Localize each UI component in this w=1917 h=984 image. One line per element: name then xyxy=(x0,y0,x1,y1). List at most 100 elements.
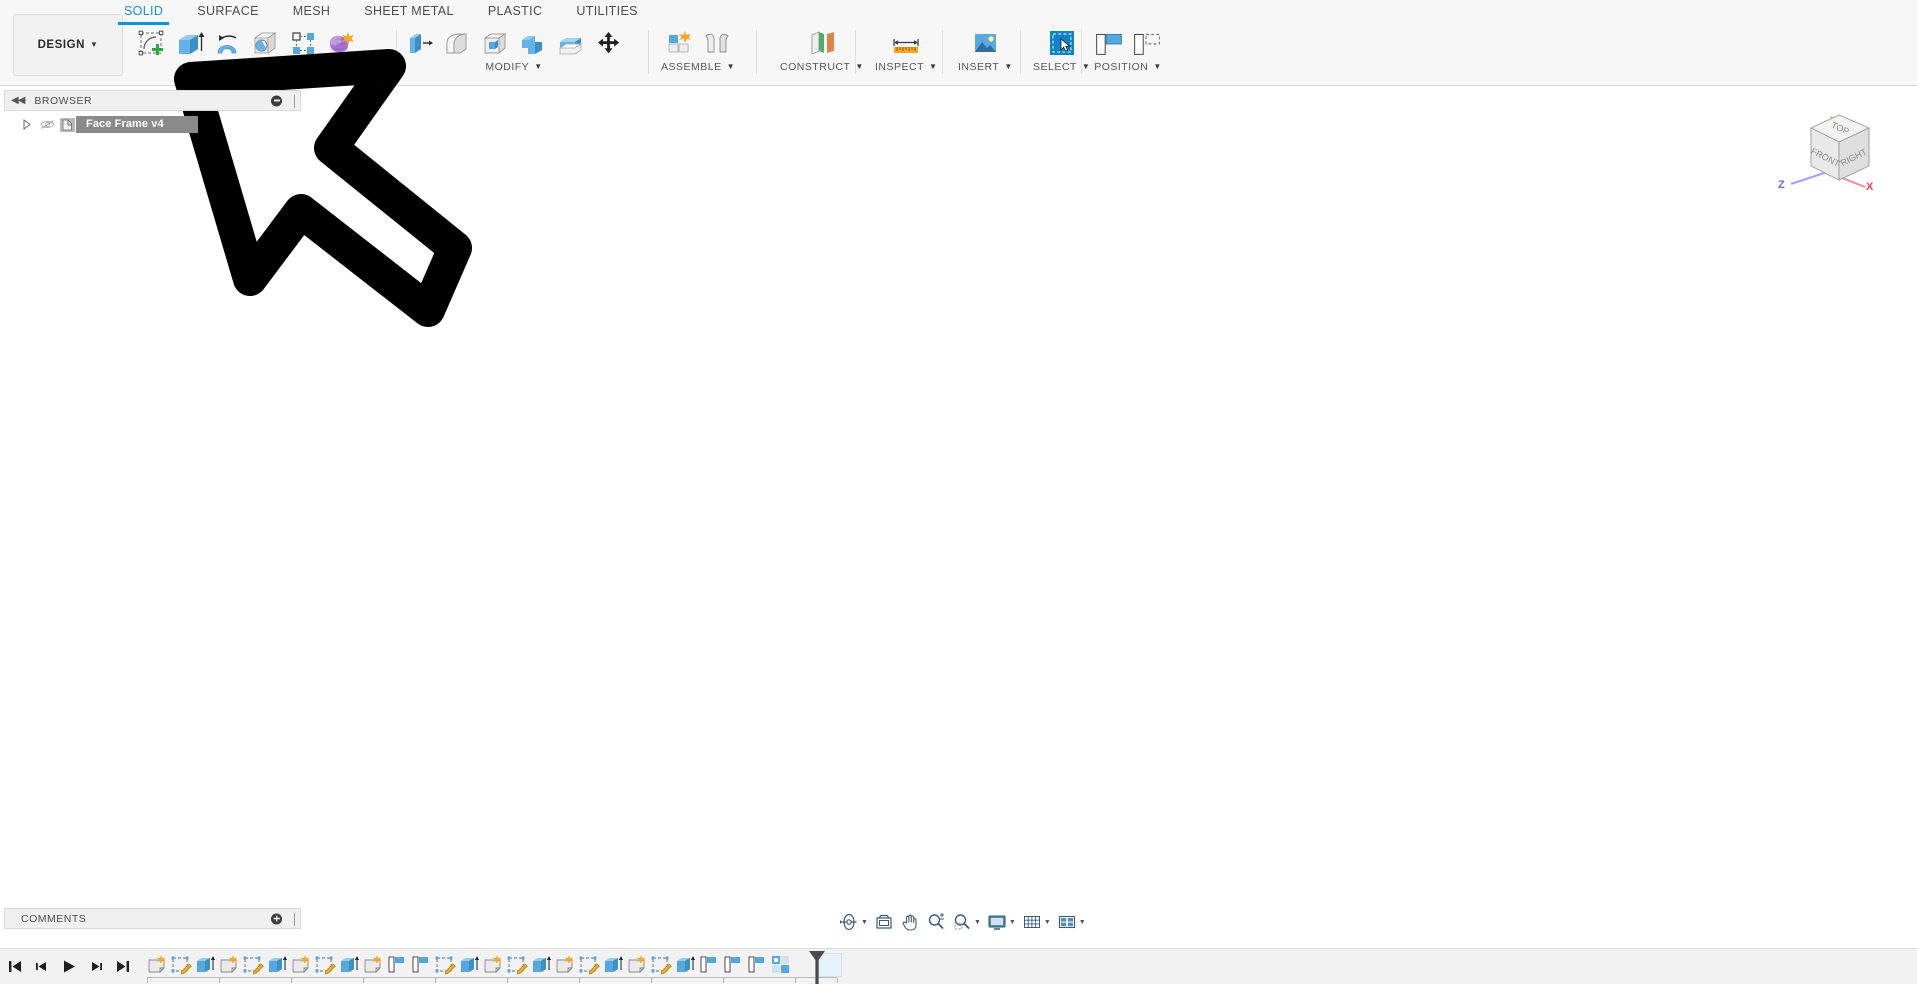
timeline-feature-component[interactable] xyxy=(721,953,745,977)
panel-resize-grip[interactable] xyxy=(294,95,295,108)
chevron-down-icon: ▼ xyxy=(534,62,543,71)
tab-mesh[interactable]: MESH xyxy=(293,0,331,18)
display-settings-icon[interactable]: ▼ xyxy=(984,912,1019,932)
fillet-icon[interactable] xyxy=(438,24,476,62)
offset-face-icon[interactable] xyxy=(552,24,590,62)
play-icon[interactable] xyxy=(60,955,78,977)
look-at-icon[interactable] xyxy=(871,912,897,932)
insert-image-icon[interactable] xyxy=(966,24,1004,62)
timeline-feature-sketch[interactable] xyxy=(289,953,313,977)
browser-item-label[interactable]: Face Frame v4 xyxy=(76,116,198,133)
zoom-icon[interactable] xyxy=(923,912,949,932)
eye-hidden-icon[interactable] xyxy=(37,118,57,132)
combine-icon[interactable] xyxy=(514,24,552,62)
tab-plastic[interactable]: PLASTIC xyxy=(488,0,543,18)
browser-header[interactable]: ◀◀ BROWSER xyxy=(4,90,301,111)
tab-utilities[interactable]: UTILITIES xyxy=(576,0,638,18)
timeline-feature-extrude[interactable] xyxy=(673,953,697,977)
navigation-bar: ▼ ▼ ▼ ▼ ▼ xyxy=(836,908,1089,936)
timeline-feature-extrude[interactable] xyxy=(193,953,217,977)
tab-surface[interactable]: SURFACE xyxy=(197,0,259,18)
timeline-feature-component[interactable] xyxy=(409,953,433,977)
expand-arrow-icon[interactable] xyxy=(20,118,34,132)
go-to-end-icon[interactable] xyxy=(114,955,132,977)
canvas-viewport[interactable]: Y X Z TOP FRONT RIGHT xyxy=(0,49,1917,921)
shell-icon[interactable] xyxy=(476,24,514,62)
workspace-switcher[interactable]: DESIGN ▼ xyxy=(13,14,123,76)
extrude-icon[interactable] xyxy=(170,24,208,62)
timeline-feature-edit-sketch[interactable] xyxy=(577,953,601,977)
comments-panel[interactable]: COMMENTS xyxy=(4,908,301,929)
create-sketch-icon[interactable] xyxy=(132,24,170,62)
offset-plane-icon[interactable] xyxy=(803,24,841,62)
panel-label-text: POSITION xyxy=(1094,61,1149,73)
panel-resize-grip[interactable] xyxy=(294,913,295,926)
timeline-feature-edit-sketch[interactable] xyxy=(649,953,673,977)
timeline-feature-sketch[interactable] xyxy=(625,953,649,977)
go-to-beginning-icon[interactable] xyxy=(6,955,24,977)
joint-icon[interactable] xyxy=(698,24,736,62)
timeline-feature-component[interactable] xyxy=(745,953,769,977)
timeline-feature-edit-sketch[interactable] xyxy=(505,953,529,977)
tab-sheet-metal[interactable]: SHEET METAL xyxy=(364,0,454,18)
tab-solid[interactable]: SOLID xyxy=(118,0,170,25)
timeline-tick xyxy=(363,978,364,983)
new-component-icon[interactable] xyxy=(660,24,698,62)
timeline-feature-sketch[interactable] xyxy=(361,953,385,977)
fit-icon[interactable]: ▼ xyxy=(949,912,984,932)
timeline-feature-component[interactable] xyxy=(697,953,721,977)
timeline-feature-sketch[interactable] xyxy=(481,953,505,977)
timeline-feature-sketch[interactable] xyxy=(145,953,169,977)
timeline-tick xyxy=(291,978,292,983)
timeline-feature-edit-sketch[interactable] xyxy=(313,953,337,977)
timeline-feature-sketch[interactable] xyxy=(217,953,241,977)
timeline-feature-extrude[interactable] xyxy=(265,953,289,977)
revolve-icon[interactable] xyxy=(208,24,246,62)
grid-snaps-icon[interactable]: ▼ xyxy=(1019,912,1054,932)
chevron-down-icon[interactable]: ▼ xyxy=(1079,919,1086,926)
timeline-feature-pattern[interactable] xyxy=(769,953,793,977)
browser-tree-row[interactable]: Face Frame v4 xyxy=(4,115,301,134)
pattern-icon[interactable] xyxy=(284,24,322,62)
orbit-icon[interactable]: ▼ xyxy=(836,912,871,932)
move-copy-icon[interactable] xyxy=(590,24,628,62)
measure-icon[interactable] xyxy=(887,24,925,62)
timeline xyxy=(0,948,1917,984)
collapse-left-icon[interactable]: ◀◀ xyxy=(11,95,25,106)
document-icon xyxy=(59,117,76,132)
create-form-icon[interactable] xyxy=(322,24,360,62)
timeline-feature-edit-sketch[interactable] xyxy=(241,953,265,977)
ribbon-separator xyxy=(1081,30,1082,74)
timeline-feature-edit-sketch[interactable] xyxy=(169,953,193,977)
panel-label-text: MODIFY xyxy=(485,61,530,73)
position-free-icon[interactable] xyxy=(1128,24,1166,62)
view-cube[interactable]: Y X Z TOP FRONT RIGHT xyxy=(1773,88,1905,200)
timeline-feature-extrude[interactable] xyxy=(529,953,553,977)
step-forward-icon[interactable] xyxy=(87,955,105,977)
pan-icon[interactable] xyxy=(897,912,923,932)
add-comment-icon[interactable] xyxy=(271,913,282,924)
browser-title: BROWSER xyxy=(34,94,93,107)
panel-create xyxy=(132,24,360,78)
fusion-app-window: DESIGN ▼ SOLID SURFACE MESH SHEET METAL P… xyxy=(0,0,1917,984)
timeline-feature-extrude[interactable] xyxy=(601,953,625,977)
viewports-icon[interactable]: ▼ xyxy=(1054,912,1089,932)
chevron-down-icon[interactable]: ▼ xyxy=(861,919,868,926)
hole-icon[interactable] xyxy=(246,24,284,62)
timeline-feature-component[interactable] xyxy=(385,953,409,977)
step-back-icon[interactable] xyxy=(33,955,51,977)
ribbon-tabstrip: SOLID SURFACE MESH SHEET METAL PLASTIC U… xyxy=(118,0,664,25)
timeline-feature-extrude[interactable] xyxy=(337,953,361,977)
timeline-tick xyxy=(579,978,580,983)
select-window-icon[interactable] xyxy=(1043,24,1081,62)
press-pull-icon[interactable] xyxy=(400,24,438,62)
timeline-feature-sketch[interactable] xyxy=(553,953,577,977)
chevron-down-icon[interactable]: ▼ xyxy=(974,919,981,926)
chevron-down-icon[interactable]: ▼ xyxy=(1009,919,1016,926)
chevron-down-icon[interactable]: ▼ xyxy=(1044,919,1051,926)
timeline-feature-edit-sketch[interactable] xyxy=(433,953,457,977)
timeline-playhead-marker[interactable] xyxy=(806,951,828,984)
minimize-icon[interactable] xyxy=(271,95,282,106)
timeline-feature-extrude[interactable] xyxy=(457,953,481,977)
align-icon[interactable] xyxy=(1090,24,1128,62)
